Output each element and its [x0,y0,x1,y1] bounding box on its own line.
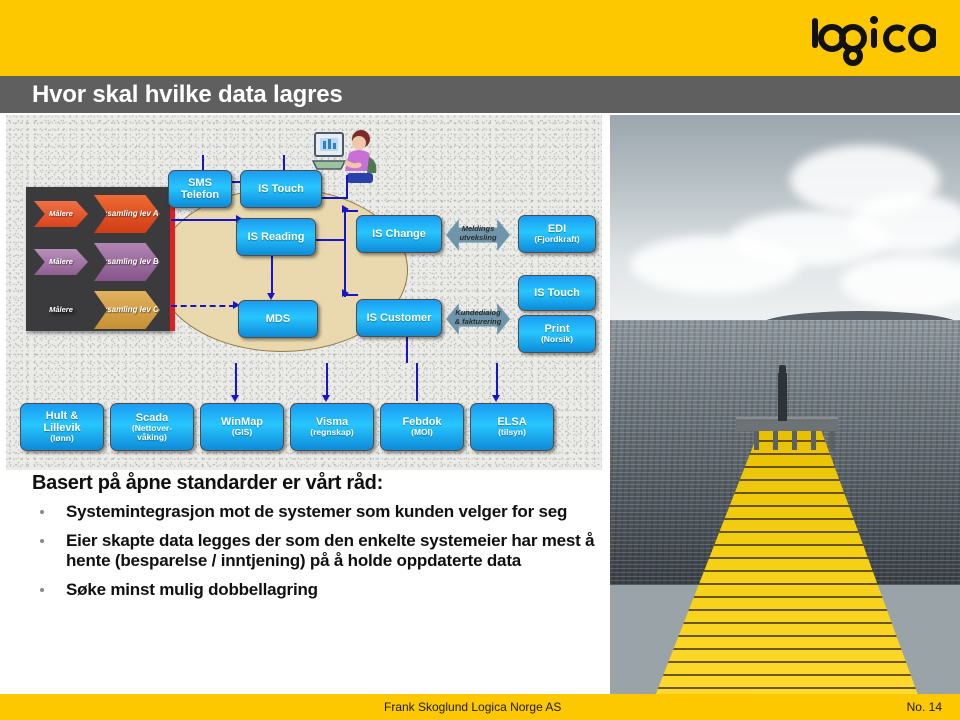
box-hult-lillevik[interactable]: Hult & Lillevik (lønn) [20,403,104,451]
meter-chevron-c: Målere [34,297,88,323]
box-mds[interactable]: MDS [238,300,318,338]
architecture-diagram: Målere Innsamling lev A Målere Innsamlin… [6,115,602,470]
line-to-iscustomer [344,294,358,296]
box-print-norsik[interactable]: Print (Norsik) [518,315,596,353]
collector-chevron-a: Innsamling lev A [94,195,160,233]
logica-logo [808,14,938,66]
box-label-line1: Scada [135,411,169,424]
line-to-ischange [344,210,358,212]
pier-photo [610,115,960,695]
content-bullet-list: Systemintegrasjon mot de systemer som ku… [26,502,604,601]
bullet-text: Systemintegrasjon mot de systemer som ku… [66,502,568,521]
photo-pier-deck [736,417,838,431]
box-is-touch-right[interactable]: IS Touch [518,275,596,311]
box-elsa[interactable]: ELSA (tilsyn) [470,403,554,451]
box-label-line2: (tilsyn) [498,427,526,438]
box-label-line1: IS Customer [366,311,432,324]
photo-person-silhouette [778,373,787,421]
arrow-reading-down [267,293,275,300]
collector-label-c: Innsamling lev C [95,304,159,314]
box-label-line2: (MOI) [411,427,433,438]
arrow-feed-winmap [231,395,239,402]
exchange-label-meldings: Meldings utveksling [446,224,510,242]
box-label-line1: SMS [188,176,212,189]
line-collect-b [171,219,238,221]
box-label-line1: IS Touch [534,286,580,299]
meter-label-b: Målere [49,257,73,267]
bullet-dot-icon [40,510,44,514]
line-feed-elsa [496,363,498,397]
meter-chevron-b: Målere [34,249,88,275]
line-clipart-down [346,175,348,199]
collector-chevron-b: Innsamling lev B [94,243,160,281]
bullet-dot-icon [40,588,44,593]
collection-panel: Målere Innsamling lev A Målere Innsamlin… [26,187,175,331]
arrow-feed-visma [322,395,330,402]
line-collect-c-dashed [171,305,235,307]
box-is-change[interactable]: IS Change [356,215,442,253]
content-block: Basert på åpne standarder er vårt råd: S… [26,472,604,609]
line-feed-visma [326,363,328,397]
bullet-text: Søke minst mulig dobbellagring [66,580,318,600]
collector-chevron-c: Innsamling lev C [94,291,160,329]
line-feed-febdok [416,363,418,401]
list-item: Systemintegrasjon mot de systemer som ku… [26,502,604,523]
box-is-reading[interactable]: IS Reading [236,218,316,256]
list-item: Eier skapte data legges der som den enke… [26,531,604,572]
box-label-line2: (GIS) [231,427,253,438]
exchange-label-line2: & fakturering [454,316,502,326]
arrow-feed-elsa [492,395,500,402]
box-label-line2: (lønn) [50,433,74,444]
photo-person-head [779,365,786,374]
line-feed-winmap [235,363,237,397]
box-label-line1: IS Touch [258,182,304,195]
box-sms-telefon[interactable]: SMS Telefon [168,170,232,208]
meter-label-c: Målere [49,305,73,315]
list-item: Søke minst mulig dobbellagring [26,580,604,601]
collector-label-a: Innsamling lev A [95,208,159,218]
panel-red-edge [170,187,175,331]
line-branch-vert [344,209,346,297]
box-winmap[interactable]: WinMap (GIS) [200,403,284,451]
box-is-touch-top[interactable]: IS Touch [240,170,322,208]
meter-label-a: Målere [49,209,73,219]
box-febdok[interactable]: Febdok (MOI) [380,403,464,451]
footer-page-number: No. 14 [906,700,942,714]
box-label-line1: MDS [265,312,291,325]
slide-root: Hvor skal hvilke data lagres Målere Inns… [0,0,960,720]
box-label-line2: (Fjordkraft) [534,234,580,245]
box-label-line1: IS Change [372,227,426,240]
bullet-dot-icon [40,538,44,543]
box-label-line2: våking) [137,432,167,443]
box-scada[interactable]: Scada (Nettover- våking) [110,403,194,451]
box-label-line2: (regnskap) [310,427,354,438]
page-title: Hvor skal hvilke data lagres [32,81,343,108]
photo-pier-legs [740,428,834,450]
content-lead: Basert på åpne standarder er vårt råd: [32,472,383,494]
meter-chevron-a: Målere [34,201,88,227]
collector-label-b: Innsamling lev B [95,256,159,266]
box-is-customer[interactable]: IS Customer [356,299,442,337]
footer-author: Frank Skoglund Logica Norge AS [384,700,562,714]
box-label-line1: IS Reading [247,230,305,243]
box-label-line2: (Norsik) [540,334,574,345]
exchange-label-line2: utveksling [459,232,497,242]
exchange-label-kundedialog: Kundedialog & fakturering [446,308,510,326]
box-edi-fjordkraft[interactable]: EDI (Fjordkraft) [518,215,596,253]
box-label-line2: Telefon [180,189,220,201]
bullet-text: Eier skapte data legges der som den enke… [66,530,595,571]
box-visma[interactable]: Visma (regnskap) [290,403,374,451]
cloud-shape [630,235,800,295]
box-label-line1: Hult & [45,410,79,423]
